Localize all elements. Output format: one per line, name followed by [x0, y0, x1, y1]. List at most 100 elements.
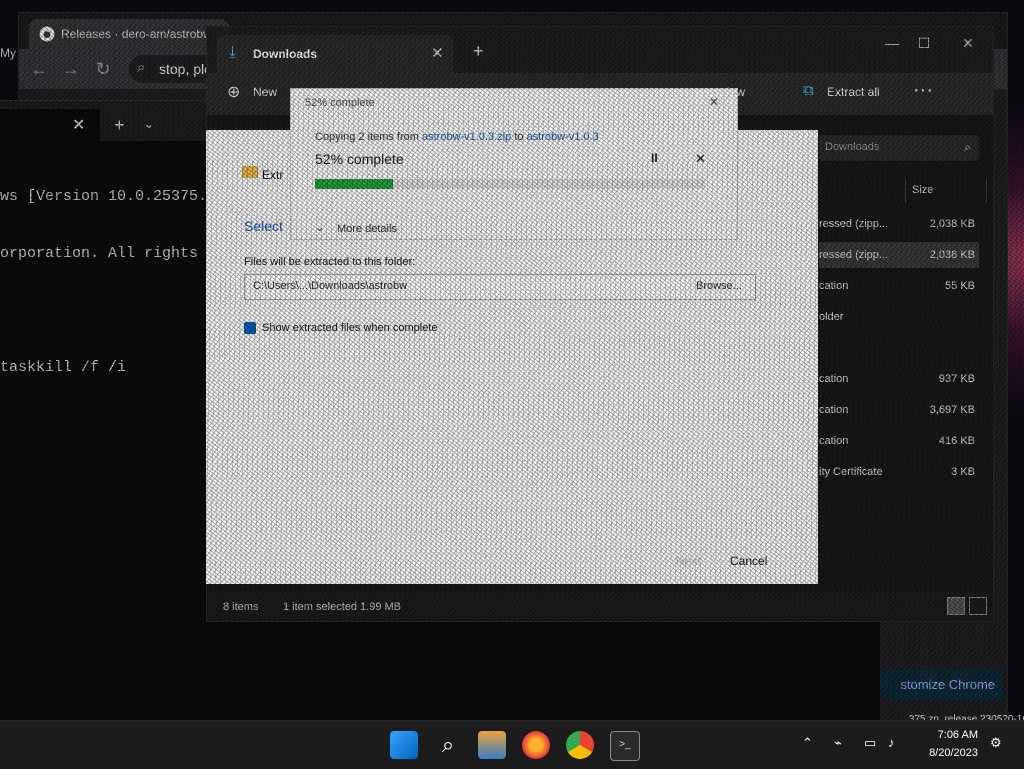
chrome-tab-title: Releases · dero-am/astrobw — [61, 27, 212, 41]
show-files-checkbox[interactable] — [244, 322, 256, 334]
customize-chrome-button[interactable]: stomize Chrome — [877, 670, 1003, 700]
size-header-label: Size — [912, 184, 934, 196]
file-size: 3,697 KB — [929, 404, 975, 416]
close-window-icon[interactable]: ✕ — [953, 35, 983, 52]
tiles-view-icon[interactable] — [969, 597, 987, 615]
next-button[interactable]: Next — [676, 554, 701, 568]
more-details-button[interactable]: More details — [337, 223, 397, 235]
terminal-line: taskkill /f /i — [0, 359, 127, 376]
progress-bar-fill — [315, 179, 393, 189]
explorer-tab-downloads[interactable]: ⤓ Downloads ✕ — [217, 35, 453, 73]
extract-path-value: C:\Users\...\Downloads\astrobw — [253, 280, 408, 292]
file-size: 2,038 KB — [929, 218, 975, 230]
progress-dialog-title: 52% complete — [305, 97, 375, 109]
file-row[interactable]: cation 3,697 KB — [819, 397, 979, 423]
size-column-header[interactable]: Size — [905, 179, 987, 203]
clock-date[interactable]: 8/20/2023 — [920, 747, 978, 759]
status-bar: 8 items 1 item selected 1.99 MB — [207, 591, 993, 621]
file-row[interactable]: cation 937 KB — [819, 366, 979, 392]
file-size: 3 KB — [951, 466, 975, 478]
taskbar: ⌕ >_ ⌃ ⌁ ▭ ♪ 7:06 AM 8/20/2023 ⚙ — [0, 720, 1024, 769]
file-type: ressed (zipp... — [819, 218, 889, 230]
details-view-icon[interactable] — [947, 597, 965, 615]
copy-progress-dialog: 52% complete ✕ Copying 2 items from astr… — [290, 88, 738, 240]
clock-time[interactable]: 7:06 AM — [920, 729, 978, 741]
extract-all-button[interactable]: Extract all — [827, 85, 880, 99]
file-type: ressed (zipp... — [819, 249, 889, 261]
new-tab-icon[interactable]: + — [473, 41, 484, 62]
download-icon: ⤓ — [229, 44, 237, 61]
file-size: 2,038 KB — [929, 249, 975, 261]
destination-link[interactable]: astrobw-v1.0.3 — [527, 131, 599, 143]
browse-button[interactable]: Browse... — [696, 280, 742, 292]
file-size: 416 KB — [938, 435, 975, 447]
to-label: to — [514, 131, 524, 143]
terminal-output[interactable]: ws [Version 10.0.25375. orporation. All … — [0, 149, 207, 415]
file-row[interactable]: cation 416 KB — [819, 428, 979, 454]
copying-status: Copying 2 items from astrobw-v1.0.3.zip … — [315, 131, 599, 143]
firefox-icon[interactable] — [522, 731, 550, 759]
file-row[interactable]: ressed (zipp... 2,038 KB — [819, 211, 979, 237]
chrome-tab[interactable]: Releases · dero-am/astrobw — [29, 19, 229, 49]
volume-icon[interactable]: ♪ — [888, 735, 895, 750]
file-row[interactable] — [819, 335, 979, 361]
chrome-icon[interactable] — [566, 731, 594, 759]
search-icon: ⌕ — [137, 59, 146, 76]
file-row[interactable]: ressed (zipp... 2,038 KB — [819, 242, 979, 268]
extract-icon: ⧉ — [803, 82, 814, 99]
display-icon[interactable]: ▭ — [864, 735, 876, 751]
extract-path-input[interactable]: C:\Users\...\Downloads\astrobw — [244, 274, 756, 300]
chevron-down-icon[interactable]: ⌄ — [144, 117, 154, 131]
github-icon — [39, 26, 55, 42]
file-row[interactable]: ity Certificate 3 KB — [819, 459, 979, 485]
new-button[interactable]: New — [253, 85, 277, 99]
pause-button[interactable]: II — [651, 151, 658, 165]
footer-line-1: ew — [889, 699, 1024, 713]
file-row[interactable]: older — [819, 304, 979, 330]
file-size: 55 KB — [945, 280, 975, 292]
copying-label: Copying 2 items from — [315, 131, 419, 143]
show-files-label: Show extracted files when complete — [262, 322, 438, 334]
search-placeholder: Downloads — [825, 141, 880, 153]
maximize-icon[interactable]: ☐ — [909, 35, 939, 52]
cancel-copy-button[interactable]: ✕ — [695, 151, 706, 167]
start-windows-icon[interactable] — [390, 731, 418, 759]
search-icon[interactable]: ⌕ — [434, 731, 462, 759]
source-link[interactable]: astrobw-v1.0.3.zip — [422, 131, 511, 143]
close-tab-icon[interactable]: ✕ — [72, 115, 85, 135]
reload-icon[interactable]: ↻ — [91, 57, 115, 81]
chevron-down-icon[interactable]: ⌄ — [315, 221, 324, 234]
file-type: cation — [819, 404, 849, 416]
file-type: cation — [819, 280, 849, 292]
status-selection: 1 item selected 1.99 MB — [283, 601, 402, 613]
file-explorer-icon[interactable] — [478, 731, 506, 759]
file-type: cation — [819, 373, 849, 385]
progress-bar — [315, 179, 705, 189]
new-icon: ⊕ — [227, 84, 241, 101]
search-icon: ⌕ — [964, 140, 971, 154]
close-icon[interactable]: ✕ — [709, 95, 719, 109]
cancel-button[interactable]: Cancel — [730, 554, 767, 568]
address-bar-text: stop, ple — [159, 61, 212, 77]
search-input[interactable]: Downloads ⌕ — [819, 135, 979, 161]
network-icon[interactable]: ⌁ — [834, 735, 842, 751]
more-options-icon[interactable]: ··· — [913, 79, 933, 102]
extract-dialog-title: Extr — [262, 168, 284, 182]
new-tab-icon[interactable]: + — [114, 115, 125, 136]
minimize-icon[interactable]: — — [877, 35, 907, 51]
progress-percent: 52% complete — [315, 151, 404, 167]
extract-heading: Select — [244, 218, 283, 234]
file-row[interactable]: cation 55 KB — [819, 273, 979, 299]
forward-icon[interactable]: → — [59, 57, 83, 81]
file-type: cation — [819, 435, 849, 447]
file-size: 937 KB — [938, 373, 975, 385]
chrome-sidebar-label: My — [0, 46, 16, 60]
notification-icon[interactable]: ⚙ — [990, 735, 1002, 751]
close-tab-icon[interactable]: ✕ — [431, 44, 444, 62]
chevron-up-icon[interactable]: ⌃ — [802, 735, 813, 751]
terminal-tab[interactable]: ✕ — [0, 109, 100, 141]
terminal-icon[interactable]: >_ — [610, 731, 640, 761]
back-icon[interactable]: ← — [27, 57, 51, 81]
explorer-tab-label: Downloads — [253, 47, 318, 61]
